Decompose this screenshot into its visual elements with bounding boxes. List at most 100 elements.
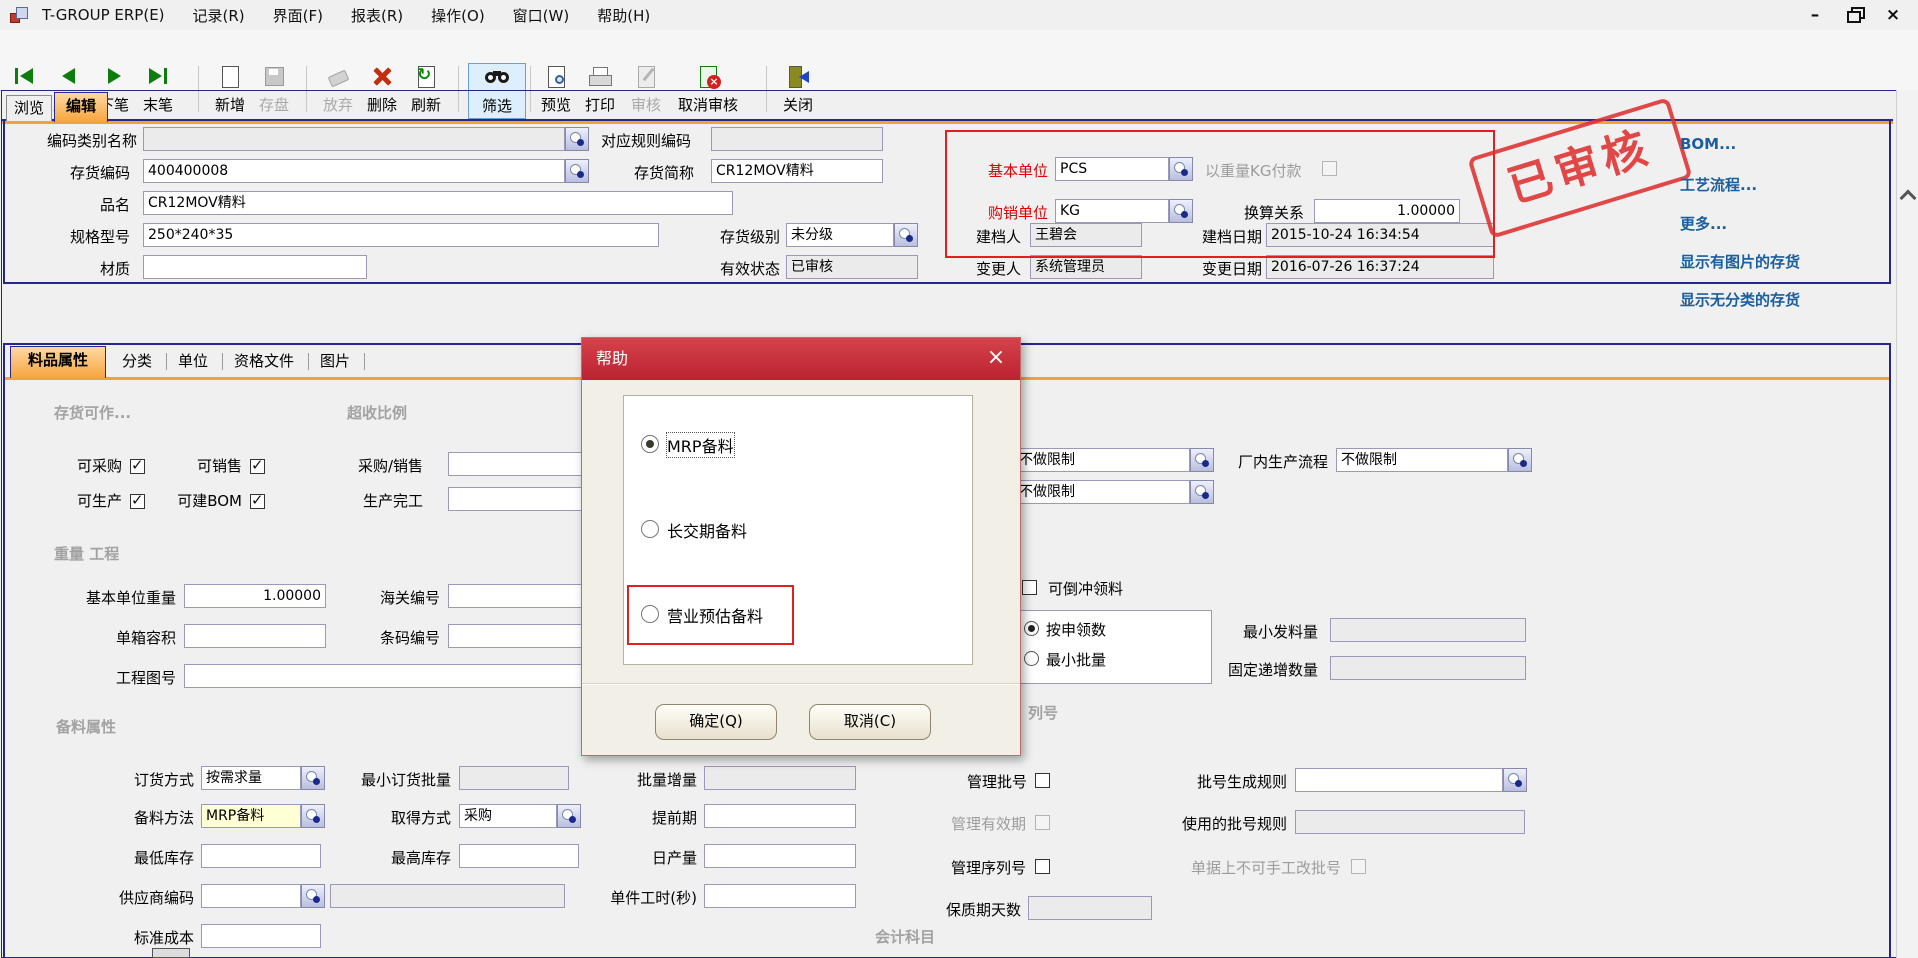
menu-window[interactable]: 窗口(W) [499, 5, 584, 26]
item-code-field[interactable]: 400400008 [143, 159, 565, 183]
rule-code-field[interactable] [711, 127, 883, 151]
refresh-icon: ↻ [413, 64, 439, 90]
purchase-sale-ratio-label: 采购/销售 [333, 454, 423, 478]
min-stock-field[interactable] [201, 844, 321, 868]
batch-rule-lookup-icon[interactable] [1503, 768, 1527, 792]
level-lookup-icon[interactable] [894, 223, 918, 247]
item-name-field[interactable]: CR12MOV精料 [143, 191, 733, 215]
binoculars-icon [484, 65, 510, 91]
sellable-checkbox[interactable] [250, 459, 265, 474]
obtain-mode-lookup-icon[interactable] [557, 804, 581, 828]
vertical-scrollbar[interactable] [1896, 90, 1918, 958]
tab-classification[interactable]: 分类 [122, 350, 152, 371]
link-process-flow[interactable]: 工艺流程... [1680, 174, 1757, 195]
manage-serial-checkbox[interactable] [1035, 859, 1050, 874]
tab-unit[interactable]: 单位 [178, 350, 208, 371]
menu-bar: T-GROUP ERP(E) 记录(R) 界面(F) 报表(R) 操作(O) 窗… [0, 0, 1918, 30]
max-stock-field[interactable] [459, 844, 579, 868]
limit-1-lookup-icon[interactable] [1190, 448, 1214, 472]
audit-icon [633, 64, 659, 90]
min-batch-radio[interactable] [1024, 651, 1039, 666]
std-cost-field[interactable] [201, 924, 321, 948]
app-icon [10, 6, 28, 24]
link-more[interactable]: 更多... [1680, 213, 1727, 234]
long-lead-option-label[interactable]: 长交期备料 [667, 518, 747, 542]
weight-section-title: 重量 工程 [54, 543, 119, 564]
restore-button[interactable] [1840, 4, 1870, 26]
dialog-cancel-button[interactable]: 取消(C) [809, 704, 931, 740]
daily-output-field[interactable] [704, 844, 856, 868]
tab-item-attributes[interactable]: 料品属性 [10, 346, 106, 378]
menu-report[interactable]: 报表(R) [337, 5, 417, 26]
link-show-with-image[interactable]: 显示有图片的存货 [1680, 251, 1800, 272]
by-request-radio[interactable] [1024, 621, 1039, 636]
lead-time-field[interactable] [704, 804, 856, 828]
menu-help[interactable]: 帮助(H) [583, 5, 664, 26]
manage-batch-checkbox[interactable] [1035, 773, 1050, 788]
supplier-code-field[interactable] [201, 884, 301, 908]
batch-serial-section-title-partial: 列号 [1028, 702, 1058, 723]
drawing-no-label: 工程图号 [96, 666, 176, 690]
scroll-up-icon[interactable] [1900, 190, 1917, 207]
min-stock-label: 最低库存 [114, 846, 194, 870]
dialog-ok-button[interactable]: 确定(Q) [655, 704, 777, 740]
limit-field-1[interactable]: 不做限制 [1014, 448, 1190, 472]
item-name-label: 品名 [20, 193, 130, 217]
limit-2-lookup-icon[interactable] [1190, 480, 1214, 504]
limit-field-2[interactable]: 不做限制 [1014, 480, 1190, 504]
factory-flow-lookup-icon[interactable] [1508, 448, 1532, 472]
producible-checkbox[interactable] [130, 494, 145, 509]
menu-record[interactable]: 记录(R) [179, 5, 259, 26]
unit-hours-field[interactable] [704, 884, 856, 908]
new-page-icon [217, 64, 243, 90]
batch-rule-field[interactable] [1295, 768, 1503, 792]
purchasable-checkbox[interactable] [130, 459, 145, 474]
tab-edit[interactable]: 编辑 [54, 92, 108, 122]
minimize-button[interactable]: – [1800, 4, 1830, 26]
trade-unit-field[interactable]: KG [1055, 199, 1169, 223]
order-mode-label: 订货方式 [114, 768, 194, 792]
spec-field[interactable]: 250*240*35 [143, 223, 659, 247]
close-window-button[interactable]: × [1878, 4, 1908, 26]
shelf-life-field [1028, 896, 1152, 920]
item-abbr-field[interactable]: CR12MOV精料 [711, 159, 883, 183]
supplier-lookup-icon[interactable] [301, 884, 325, 908]
base-weight-field[interactable]: 1.00000 [184, 584, 326, 608]
base-unit-field[interactable]: PCS [1055, 157, 1169, 181]
prepare-method-field[interactable]: MRP备料 [201, 804, 301, 828]
conversion-field[interactable]: 1.00000 [1314, 199, 1460, 223]
production-ratio-label: 生产完工 [343, 489, 423, 513]
trade-unit-lookup-icon[interactable] [1169, 199, 1193, 223]
backflush-checkbox[interactable] [1022, 580, 1037, 595]
base-unit-label: 基本单位 [958, 159, 1048, 183]
tab-browse[interactable]: 浏览 [6, 95, 52, 121]
box-volume-label: 单箱容积 [96, 626, 176, 650]
prepare-method-lookup-icon[interactable] [301, 804, 325, 828]
material-field[interactable] [143, 255, 367, 279]
min-order-label: 最小订货批量 [341, 768, 451, 792]
tab-images[interactable]: 图片 [320, 350, 350, 371]
tab-qualification-files[interactable]: 资格文件 [234, 350, 294, 371]
obtain-mode-field[interactable]: 采购 [459, 804, 557, 828]
preview-icon [543, 64, 569, 90]
mrp-option-radio[interactable] [641, 435, 659, 453]
code-class-field[interactable] [143, 127, 565, 151]
menu-interface[interactable]: 界面(F) [259, 5, 337, 26]
long-lead-option-radio[interactable] [641, 520, 659, 538]
dialog-close-icon[interactable]: × [982, 344, 1010, 372]
usable-section-title: 存货可作... [54, 402, 131, 423]
bomable-checkbox[interactable] [250, 494, 265, 509]
base-unit-lookup-icon[interactable] [1169, 157, 1193, 181]
menu-app[interactable]: T-GROUP ERP(E) [28, 6, 179, 24]
mrp-option-label[interactable]: MRP备料 [667, 433, 734, 457]
order-mode-lookup-icon[interactable] [301, 766, 325, 790]
link-bom[interactable]: BOM... [1680, 135, 1736, 153]
cancel-audit-icon: × [695, 64, 721, 90]
order-mode-field[interactable]: 按需求量 [201, 766, 301, 790]
link-show-unclassified[interactable]: 显示无分类的存货 [1680, 289, 1800, 310]
box-volume-field[interactable] [184, 624, 326, 648]
obtain-mode-label: 取得方式 [371, 806, 451, 830]
level-field[interactable]: 未分级 [786, 223, 894, 247]
factory-flow-field[interactable]: 不做限制 [1336, 448, 1508, 472]
menu-operation[interactable]: 操作(O) [417, 5, 499, 26]
